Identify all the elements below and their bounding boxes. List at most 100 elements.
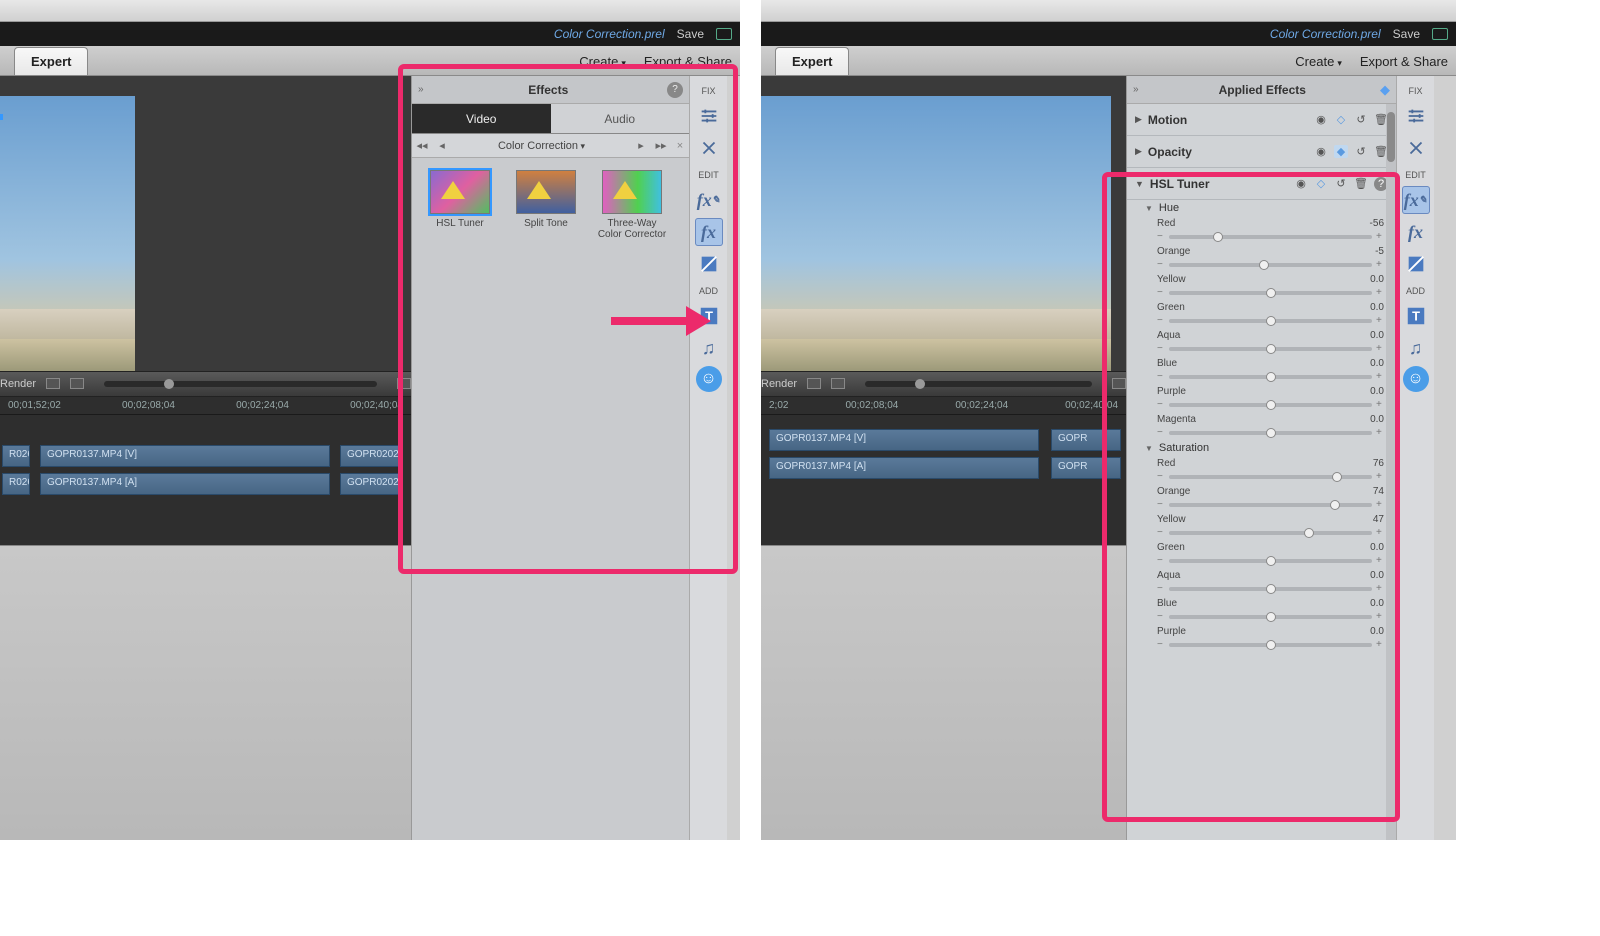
export-share-menu[interactable]: Export & Share	[1360, 54, 1448, 69]
reset-icon[interactable]: ↺	[1334, 177, 1348, 190]
transitions-icon[interactable]	[695, 250, 723, 278]
transitions-icon[interactable]	[1402, 250, 1430, 278]
visibility-icon[interactable]: ◉	[1314, 113, 1328, 126]
slider-value[interactable]: -5	[1375, 246, 1384, 257]
slider-value[interactable]: 0.0	[1370, 302, 1384, 313]
keyframe-icon[interactable]: ◇	[1334, 113, 1348, 126]
clip-video-next[interactable]: GOPR	[1051, 429, 1121, 451]
save-button[interactable]: Save	[677, 27, 704, 41]
effect-row-motion[interactable]: ▶ Motion ◉ ◇ ↺ 🗑	[1127, 104, 1396, 136]
slider-plus-icon[interactable]: +	[1376, 499, 1384, 510]
slider-minus-icon[interactable]: −	[1157, 611, 1165, 622]
clip-audio-prev[interactable]: R026	[2, 473, 30, 495]
breadcrumb-last-icon[interactable]: ▸▸	[651, 139, 671, 152]
preview-canvas[interactable]	[0, 76, 411, 371]
clip-audio-next[interactable]: GOPR0202	[340, 473, 400, 495]
clip-audio-next[interactable]: GOPR	[1051, 457, 1121, 479]
slider-bar[interactable]	[1169, 403, 1372, 407]
slider-plus-icon[interactable]: +	[1376, 555, 1384, 566]
visibility-icon[interactable]: ◉	[1294, 177, 1308, 190]
adjust-icon[interactable]	[695, 102, 723, 130]
music-icon[interactable]: ♫	[695, 334, 723, 362]
breadcrumb-first-icon[interactable]: ◂◂	[412, 139, 432, 152]
slider-value[interactable]: 0.0	[1370, 414, 1384, 425]
graphics-icon[interactable]: ☺	[1403, 366, 1429, 392]
panel-scrollbar[interactable]	[1386, 104, 1396, 840]
slider-bar[interactable]	[1169, 319, 1372, 323]
render-icon-3[interactable]	[1112, 378, 1126, 389]
slider-plus-icon[interactable]: +	[1376, 315, 1384, 326]
slider-minus-icon[interactable]: −	[1157, 583, 1165, 594]
hsl-section-saturation[interactable]: ▼ Saturation	[1127, 440, 1396, 456]
timeline-ruler[interactable]: 2;02 00;02;08;04 00;02;24;04 00;02;40;04	[761, 397, 1126, 415]
trash-icon[interactable]: 🗑	[1354, 177, 1368, 190]
clip-video[interactable]: GOPR0137.MP4 [V]	[769, 429, 1039, 451]
slider-minus-icon[interactable]: −	[1157, 471, 1165, 482]
render-icon-2[interactable]	[831, 378, 845, 389]
effect-hsl-tuner[interactable]: HSL Tuner	[424, 170, 496, 240]
slider-plus-icon[interactable]: +	[1376, 371, 1384, 382]
keyframe-icon[interactable]: ◆	[1334, 145, 1348, 158]
slider-minus-icon[interactable]: −	[1157, 527, 1165, 538]
tab-expert[interactable]: Expert	[775, 47, 849, 75]
effect-three-way-color[interactable]: Three-Way Color Corrector	[596, 170, 668, 240]
slider-minus-icon[interactable]: −	[1157, 399, 1165, 410]
slider-value[interactable]: 76	[1373, 458, 1384, 469]
slider-plus-icon[interactable]: +	[1376, 343, 1384, 354]
slider-bar[interactable]	[1169, 531, 1372, 535]
slider-plus-icon[interactable]: +	[1376, 527, 1384, 538]
render-icon[interactable]	[807, 378, 821, 389]
keyframe-toggle-icon[interactable]: ◆	[1380, 82, 1390, 98]
panel-collapse-icon[interactable]: »	[1127, 84, 1145, 95]
slider-bar[interactable]	[1169, 375, 1372, 379]
timeline-tracks[interactable]: GOPR0137.MP4 [V] GOPR0137.MP4 [A] GOPR G…	[761, 415, 1126, 545]
slider-plus-icon[interactable]: +	[1376, 639, 1384, 650]
slider-value[interactable]: 0.0	[1370, 598, 1384, 609]
effects-icon[interactable]: fx	[695, 218, 723, 246]
save-button[interactable]: Save	[1393, 27, 1420, 41]
export-share-menu[interactable]: Export & Share	[644, 54, 732, 69]
slider-plus-icon[interactable]: +	[1376, 471, 1384, 482]
slider-value[interactable]: 0.0	[1370, 542, 1384, 553]
clip-video-prev[interactable]: R026	[2, 445, 30, 467]
titles-icon[interactable]: T	[1402, 302, 1430, 330]
slider-value[interactable]: 0.0	[1370, 626, 1384, 637]
slider-plus-icon[interactable]: +	[1376, 231, 1384, 242]
effect-row-hsl-tuner[interactable]: ▼ HSL Tuner ◉ ◇ ↺ 🗑 ?	[1127, 168, 1396, 200]
slider-bar[interactable]	[1169, 643, 1372, 647]
slider-value[interactable]: 47	[1373, 514, 1384, 525]
slider-bar[interactable]	[1169, 431, 1372, 435]
reset-icon[interactable]: ↺	[1354, 113, 1368, 126]
slider-bar[interactable]	[1169, 347, 1372, 351]
slider-value[interactable]: 0.0	[1370, 570, 1384, 581]
breadcrumb-prev-icon[interactable]: ◂	[432, 139, 452, 152]
clip-audio[interactable]: GOPR0137.MP4 [A]	[40, 473, 330, 495]
slider-bar[interactable]	[1169, 559, 1372, 563]
slider-plus-icon[interactable]: +	[1376, 583, 1384, 594]
slider-minus-icon[interactable]: −	[1157, 499, 1165, 510]
slider-value[interactable]: 74	[1373, 486, 1384, 497]
applied-effects-icon[interactable]: fx✎	[695, 186, 723, 214]
keyframe-icon[interactable]: ◇	[1314, 177, 1328, 190]
hsl-section-hue[interactable]: ▼ Hue	[1127, 200, 1396, 216]
slider-minus-icon[interactable]: −	[1157, 555, 1165, 566]
clip-video-next[interactable]: GOPR0202	[340, 445, 400, 467]
create-menu[interactable]: Create	[1295, 54, 1342, 69]
fullscreen-icon[interactable]	[1432, 28, 1448, 40]
effect-split-tone[interactable]: Split Tone	[510, 170, 582, 240]
render-icon[interactable]	[46, 378, 60, 389]
slider-minus-icon[interactable]: −	[1157, 259, 1165, 270]
breadcrumb-next-icon[interactable]: ▸	[631, 139, 651, 152]
slider-bar[interactable]	[1169, 615, 1372, 619]
slider-minus-icon[interactable]: −	[1157, 371, 1165, 382]
fullscreen-icon[interactable]	[716, 28, 732, 40]
slider-minus-icon[interactable]: −	[1157, 427, 1165, 438]
slider-value[interactable]: 0.0	[1370, 274, 1384, 285]
clip-video[interactable]: GOPR0137.MP4 [V]	[40, 445, 330, 467]
slider-value[interactable]: 0.0	[1370, 330, 1384, 341]
disclosure-icon[interactable]: ▶	[1135, 146, 1142, 157]
music-icon[interactable]: ♫	[1402, 334, 1430, 362]
zoom-slider[interactable]	[865, 381, 1092, 387]
breadcrumb-category[interactable]: Color Correction	[452, 140, 631, 152]
slider-value[interactable]: 0.0	[1370, 386, 1384, 397]
